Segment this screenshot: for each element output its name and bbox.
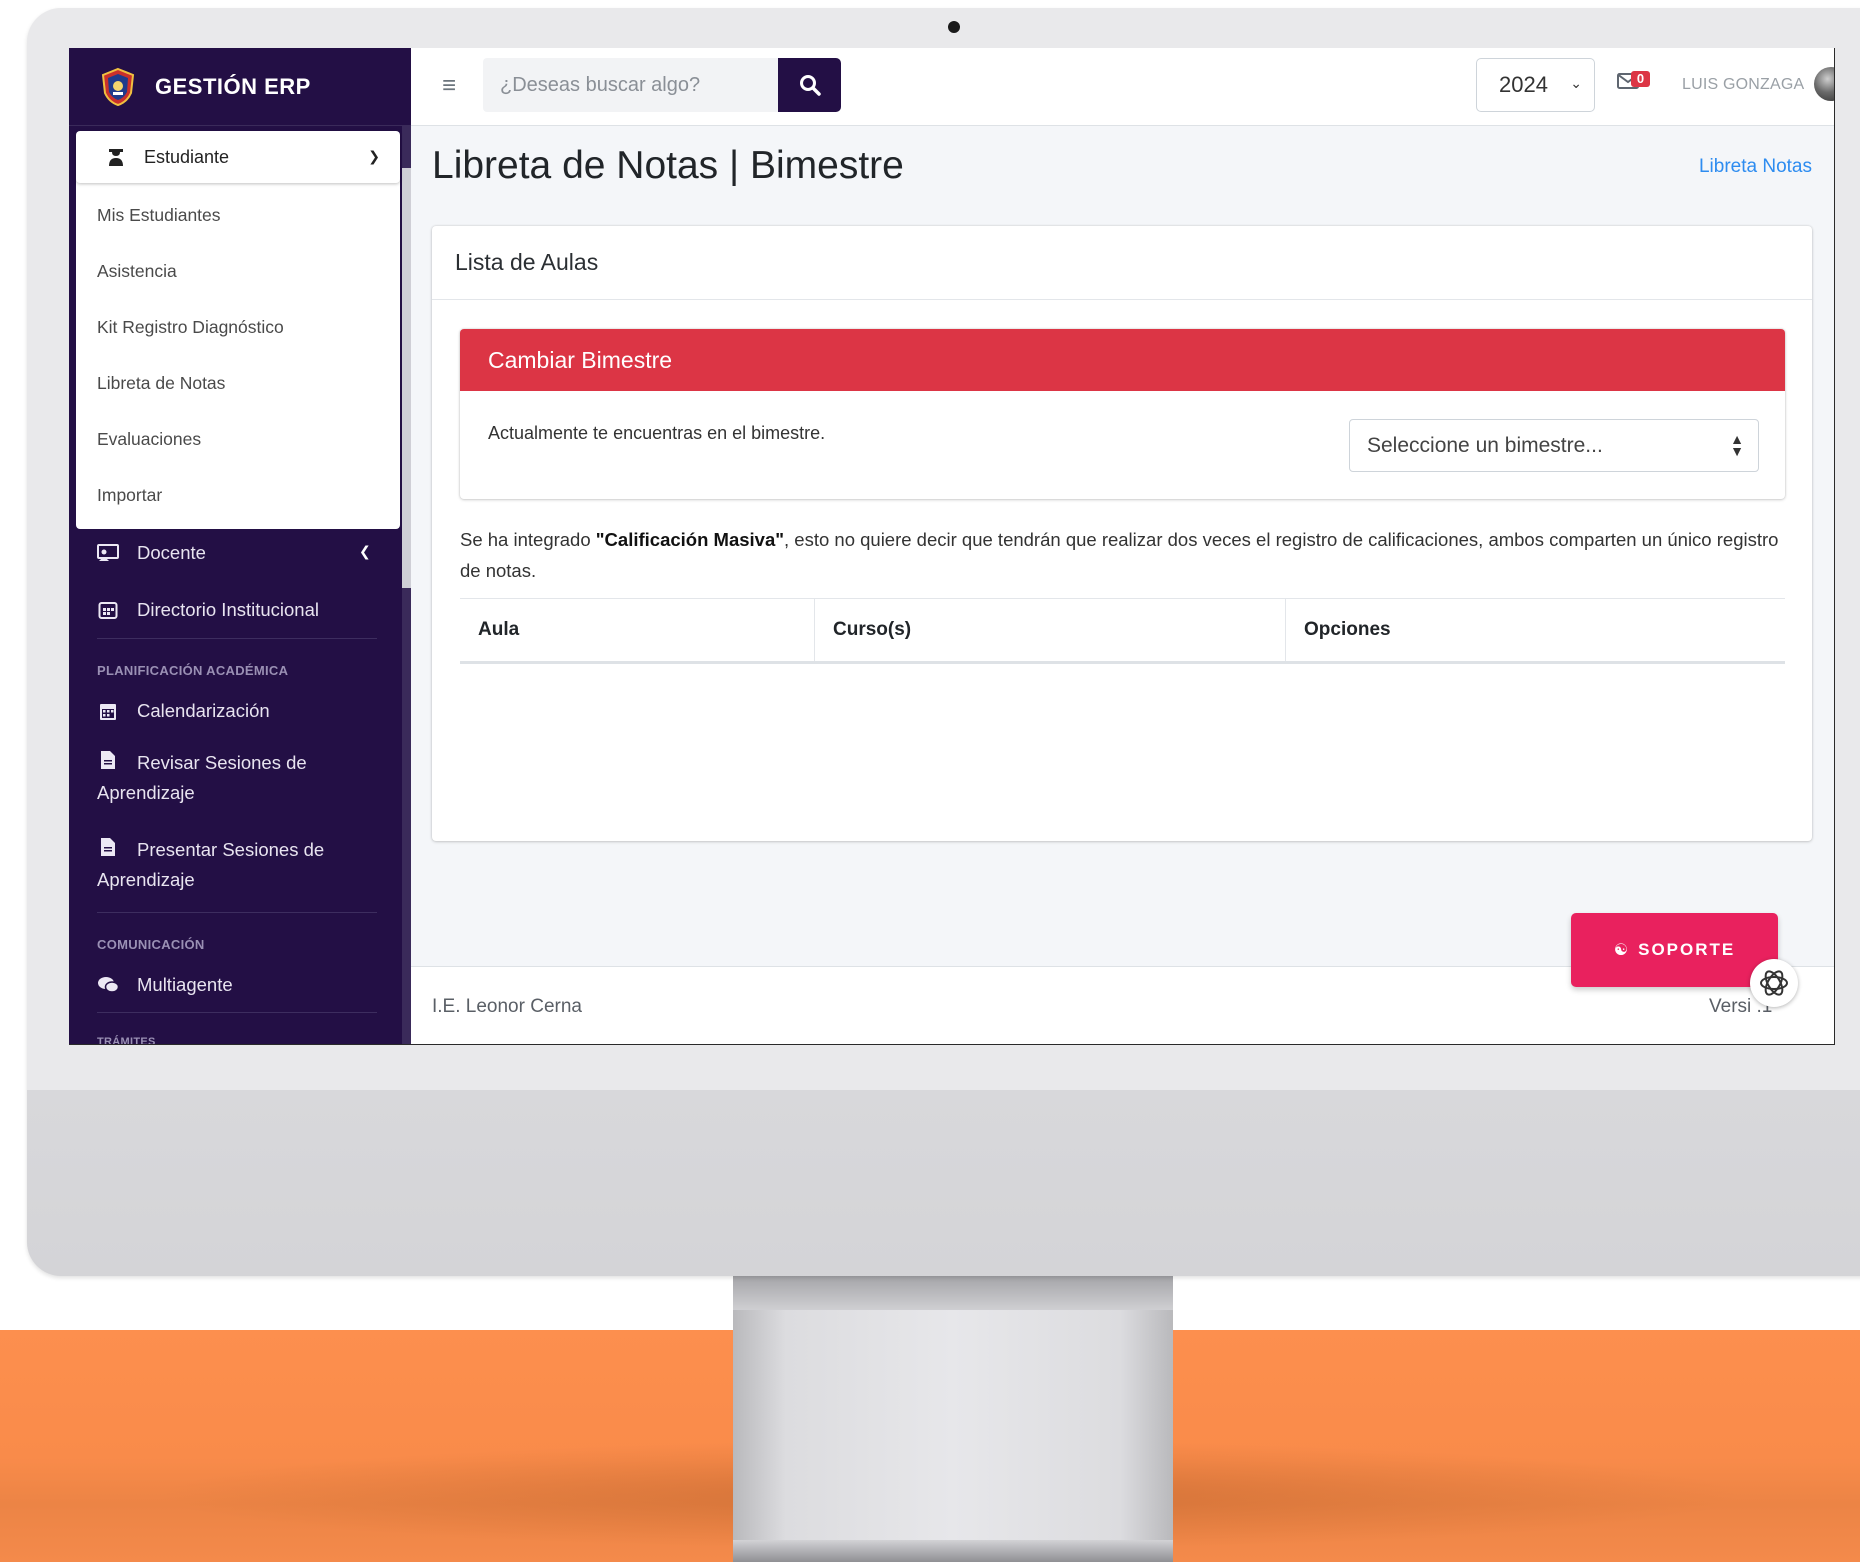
- scene: GESTIÓN ERP Estudiante ❯ Mis Estudiantes…: [0, 0, 1860, 1562]
- aulas-table-header: Aula Curso(s) Opciones: [460, 598, 1785, 664]
- page-title: Libreta de Notas | Bimestre: [432, 144, 904, 187]
- column-header-opciones[interactable]: Opciones: [1285, 599, 1785, 661]
- monitor-stand-neck: [733, 1270, 1173, 1310]
- bimestre-panel: Cambiar Bimestre Actualmente te encuentr…: [460, 329, 1785, 499]
- monitor-chin: [27, 1090, 1860, 1276]
- support-button[interactable]: ☯ SOPORTE: [1571, 913, 1778, 987]
- chat-assistant-icon[interactable]: [1750, 959, 1798, 1007]
- bimestre-current-text: Actualmente te encuentras en el bimestre…: [488, 423, 826, 443]
- monitor-stand-base: [733, 1540, 1173, 1562]
- breadcrumb[interactable]: Libreta Notas: [1699, 156, 1812, 178]
- column-header-cursos[interactable]: Curso(s): [814, 599, 1285, 661]
- integration-note: Se ha integrado "Calificación Masiva", e…: [460, 524, 1780, 586]
- headset-icon: ☯: [1613, 942, 1631, 959]
- camera-dot: [948, 21, 960, 33]
- aulas-card: Lista de Aulas Cambiar Bimestre Actualme…: [432, 226, 1812, 841]
- support-button-label: SOPORTE: [1638, 940, 1736, 959]
- bimestre-panel-title: Cambiar Bimestre: [460, 329, 1785, 391]
- footer-institution: I.E. Leonor Cerna: [432, 996, 582, 1017]
- note-prefix: Se ha integrado: [460, 529, 596, 550]
- bimestre-select[interactable]: Seleccione un bimestre... ▲ ▼: [1349, 419, 1759, 472]
- column-header-aula[interactable]: Aula: [460, 599, 814, 661]
- content-area: Libreta de Notas | Bimestre Libreta Nota…: [69, 48, 1835, 1045]
- card-title: Lista de Aulas: [432, 226, 1812, 300]
- bimestre-select-value: Seleccione un bimestre...: [1367, 433, 1603, 457]
- sort-updown-icon: ▲ ▼: [1730, 431, 1744, 459]
- note-bold: "Calificación Masiva": [595, 529, 785, 550]
- monitor-stand: [733, 1270, 1173, 1562]
